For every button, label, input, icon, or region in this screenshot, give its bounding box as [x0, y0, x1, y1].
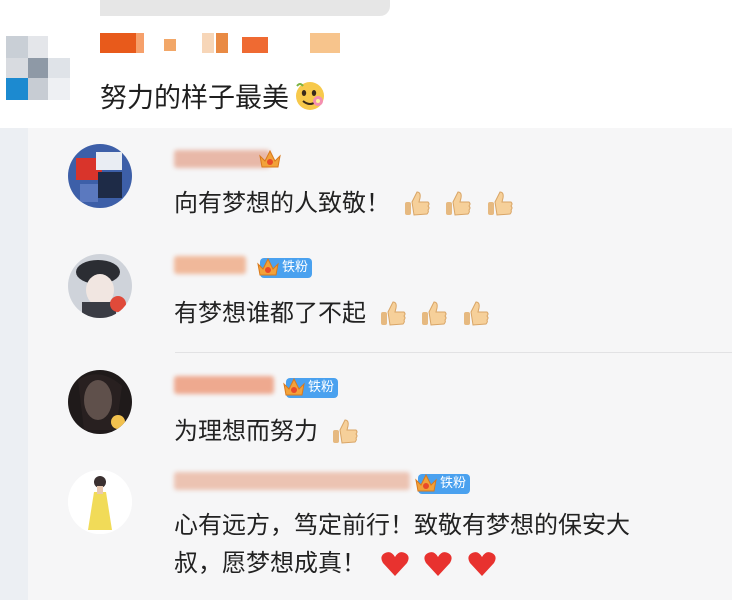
top-strip [100, 0, 390, 16]
comment-text: 心有远方，笃定前行！致敬有梦想的保安大 叔，愿梦想成真！ [174, 506, 732, 582]
comment-text: 向有梦想的人致敬！ [174, 188, 515, 219]
heart-icon [380, 550, 410, 578]
fan-badge: 铁粉 [257, 257, 313, 278]
crown-icon [256, 256, 280, 278]
comment-text: 为理想而努力 [174, 416, 360, 447]
comments-panel: 向有梦想的人致敬！ 铁粉 有梦想谁都了不起 铁粉 为理想而努力 铁粉 心有远方，… [28, 128, 732, 600]
post-avatar[interactable] [6, 36, 70, 100]
thumbs-up-icon [330, 417, 360, 447]
heart-icon [467, 550, 497, 578]
comment-text-line: 心有远方，笃定前行！致敬有梦想的保安大 [174, 511, 630, 539]
crown-icon [282, 376, 306, 398]
thumbs-up-icon [485, 189, 515, 219]
blossom-face-emoji [293, 78, 327, 121]
post-username-blurred[interactable] [100, 33, 360, 55]
commenter-avatar[interactable] [68, 144, 132, 208]
crown-icon [414, 472, 438, 494]
thumbs-up-icon [402, 189, 432, 219]
heart-icon [423, 550, 453, 578]
commenter-username-blurred[interactable] [174, 256, 254, 276]
fan-badge: 铁粉 [283, 377, 339, 398]
fan-badge: 铁粉 [415, 473, 471, 494]
crown-icon [258, 148, 282, 170]
thumbs-up-icon [443, 189, 473, 219]
commenter-avatar[interactable] [68, 370, 132, 434]
commenter-avatar[interactable] [68, 470, 132, 534]
comment-divider [175, 352, 732, 353]
post-text: 努力的样子最美 [100, 78, 327, 121]
commenter-username-blurred[interactable] [174, 376, 284, 396]
comment-text-line: 叔，愿梦想成真！ [174, 544, 732, 582]
commenter-username-blurred[interactable] [174, 472, 414, 492]
thumbs-up-icon [419, 299, 449, 329]
thumbs-up-icon [461, 299, 491, 329]
comment-text: 有梦想谁都了不起 [174, 298, 491, 329]
thumbs-up-icon [378, 299, 408, 329]
commenter-avatar[interactable] [68, 254, 132, 318]
